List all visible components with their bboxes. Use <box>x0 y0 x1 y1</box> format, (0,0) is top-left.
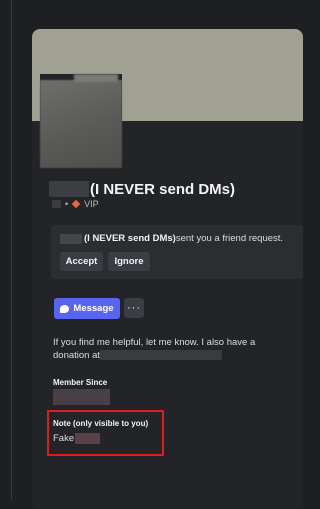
redacted-note <box>75 433 101 444</box>
separator-dot: • <box>65 199 69 209</box>
note-field[interactable]: Fake <box>53 433 101 444</box>
vip-diamond-icon <box>71 199 81 209</box>
redacted-name <box>49 181 89 197</box>
redacted-username <box>52 200 61 208</box>
friend-request-panel: (I NEVER send DMs) sent you a friend req… <box>51 225 303 279</box>
avatar-edge <box>74 74 118 82</box>
more-options-button[interactable]: ··· <box>124 298 144 318</box>
bio-line-2-text: donation at <box>53 350 101 361</box>
vip-label: VIP <box>84 199 99 209</box>
display-name-text: (I NEVER send DMs) <box>90 180 236 198</box>
bio-text: If you find me helpful, let me know. I a… <box>53 336 293 362</box>
profile-subtitle: • VIP <box>52 199 99 209</box>
bio-line-2: donation at <box>53 349 293 362</box>
profile-card: (I NEVER send DMs) • VIP (I NEVER send D… <box>32 29 303 509</box>
accept-button[interactable]: Accept <box>60 252 103 271</box>
friend-request-text: (I NEVER send DMs) sent you a friend req… <box>60 233 283 244</box>
redacted-requester <box>60 233 82 244</box>
redacted-member-date <box>53 389 110 405</box>
requester-name: (I NEVER send DMs) <box>84 233 176 244</box>
member-since-label: Member Since <box>53 378 108 387</box>
request-message: sent you a friend request. <box>175 233 284 244</box>
message-label: Message <box>73 303 114 314</box>
note-value: Fake <box>53 433 75 444</box>
bio-line-1: If you find me helpful, let me know. I a… <box>53 337 256 348</box>
avatar[interactable] <box>40 80 122 168</box>
message-button[interactable]: Message <box>54 298 120 319</box>
chat-bubble-icon <box>60 304 70 313</box>
ignore-button[interactable]: Ignore <box>108 252 150 271</box>
left-divider <box>11 0 12 500</box>
display-name: (I NEVER send DMs) <box>49 179 235 199</box>
note-label: Note (only visible to you) <box>53 419 149 428</box>
redacted-link[interactable] <box>100 350 223 361</box>
